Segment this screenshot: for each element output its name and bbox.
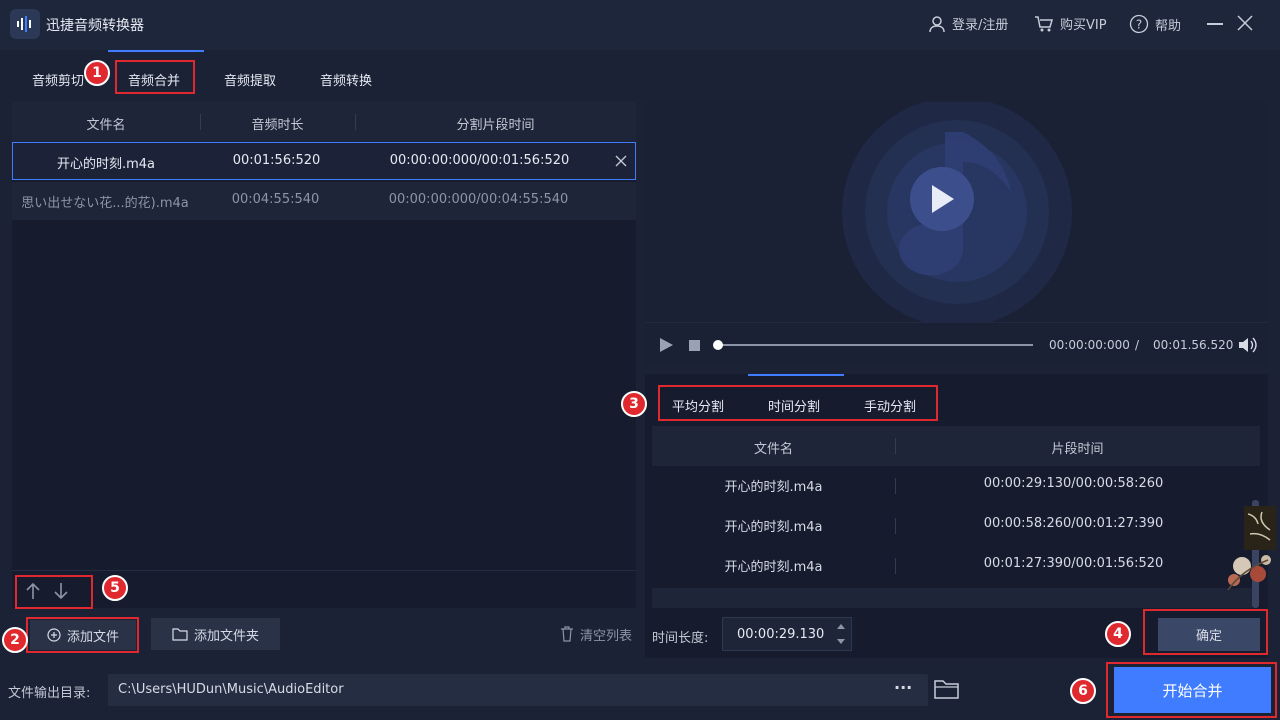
floral-decoration [1222, 504, 1278, 592]
column-header-duration: 音频时长 [251, 118, 304, 133]
open-folder-icon[interactable] [934, 678, 960, 700]
annotation-badge-5: 5 [102, 575, 128, 601]
row-filename: 开心的时刻.m4a [56, 157, 156, 172]
output-path: C:\Users\HUDun\Music\AudioEditor [118, 682, 344, 697]
help-icon: ? [1129, 14, 1149, 34]
play-icon[interactable] [658, 337, 674, 353]
add-folder-label: 添加文件夹 [193, 628, 259, 644]
segment-filename: 开心的时刻.m4a [724, 480, 823, 495]
annotation-badge-1: 1 [84, 60, 110, 86]
table-row[interactable]: 开心的时刻.m4a 00:00:29:130/00:00:58:260 [652, 466, 1252, 506]
chevron-down-icon[interactable] [836, 638, 846, 646]
file-table-header: 文件名 音频时长 分割片段时间 [12, 102, 636, 142]
column-header-segment-time: 片段时间 [1051, 442, 1104, 457]
remove-row-icon[interactable] [615, 155, 627, 167]
time-separator: / [1135, 338, 1140, 352]
total-time: 00:01.56.520 [1153, 338, 1234, 352]
vip-label: 购买VIP [1060, 18, 1107, 33]
tab-audio-convert[interactable]: 音频转换 [320, 70, 372, 89]
play-overlay-button[interactable] [910, 167, 974, 231]
current-time: 00:00:00:000 [1049, 338, 1130, 352]
tab-active-indicator [108, 50, 204, 52]
table-row-selected[interactable]: 开心的时刻.m4a 00:01:56:520 00:00:00:000/00:0… [12, 142, 636, 180]
annotation-badge-2: 2 [2, 627, 28, 653]
close-window-icon[interactable] [1237, 15, 1253, 35]
clear-list-label: 清空列表 [579, 628, 632, 644]
table-row[interactable]: 思い出せない花...的花).m4a 00:04:55:540 00:00:00:… [12, 182, 636, 220]
duration-spinner[interactable]: 00:00:29.130 [722, 617, 852, 651]
column-header-segment-time: 分割片段时间 [456, 118, 535, 133]
tab-audio-extract[interactable]: 音频提取 [224, 70, 276, 89]
split-tab-indicator [748, 374, 844, 376]
folder-icon [172, 628, 188, 641]
row-duration: 00:04:55:540 [231, 192, 320, 207]
annotation-badge-3: 3 [621, 391, 647, 417]
stop-icon[interactable] [689, 340, 700, 351]
table-row[interactable]: 开心的时刻.m4a 00:01:27:390/00:01:56:520 [652, 546, 1252, 586]
player-controls: 00:00:00:000 / 00:01.56.520 [645, 322, 1268, 366]
audio-preview-player [645, 102, 1268, 322]
login-link[interactable]: 登录/注册 [928, 14, 1008, 33]
app-title: 迅捷音频转换器 [46, 18, 144, 34]
clear-list-button[interactable]: 清空列表 [554, 618, 638, 650]
help-link[interactable]: ? 帮助 [1129, 14, 1181, 34]
segment-time: 00:01:27:390/00:01:56:520 [983, 556, 1164, 571]
progress-handle[interactable] [713, 340, 723, 350]
annotation-box-2 [26, 617, 139, 653]
duration-value: 00:00:29.130 [737, 627, 825, 642]
add-folder-button[interactable]: 添加文件夹 [151, 618, 280, 650]
user-icon [929, 15, 945, 32]
column-header-filename: 文件名 [86, 118, 126, 133]
output-dir-label: 文件输出目录: [8, 686, 91, 701]
annotation-badge-6: 6 [1070, 678, 1096, 704]
row-duration: 00:01:56:520 [232, 153, 321, 168]
more-options-button[interactable]: ··· [894, 678, 912, 697]
buy-vip-link[interactable]: 购买VIP [1034, 14, 1107, 33]
help-label: 帮助 [1155, 18, 1182, 34]
annotation-box-5 [15, 575, 93, 609]
app-logo-icon [10, 9, 40, 39]
cart-icon [1035, 15, 1053, 31]
column-header-filename: 文件名 [753, 442, 793, 457]
duration-label: 时间长度: [652, 631, 709, 646]
empty-row [652, 588, 1252, 608]
login-label: 登录/注册 [952, 18, 1009, 33]
row-segment-time: 00:00:00:000/00:01:56:520 [389, 153, 570, 168]
annotation-box-6 [1106, 662, 1277, 718]
annotation-box-3 [658, 385, 938, 421]
table-row[interactable]: 开心的时刻.m4a 00:00:58:260/00:01:27:390 [652, 506, 1252, 546]
segment-table-header: 文件名 片段时间 [652, 426, 1260, 466]
trash-icon [560, 626, 573, 642]
chevron-up-icon[interactable] [836, 622, 846, 630]
output-path-field[interactable]: C:\Users\HUDun\Music\AudioEditor ··· [108, 674, 928, 706]
annotation-box-4 [1143, 609, 1268, 655]
annotation-badge-4: 4 [1105, 621, 1131, 647]
segment-filename: 开心的时刻.m4a [724, 520, 823, 535]
segment-filename: 开心的时刻.m4a [724, 560, 823, 575]
tab-audio-cut[interactable]: 音频剪切 [32, 70, 84, 89]
segment-time: 00:00:58:260/00:01:27:390 [983, 516, 1164, 531]
row-segment-time: 00:00:00:000/00:04:55:540 [388, 192, 569, 207]
svg-text:?: ? [1136, 18, 1142, 32]
progress-track[interactable] [717, 344, 1033, 346]
row-filename: 思い出せない花...的花).m4a [21, 196, 189, 211]
volume-icon[interactable] [1238, 336, 1258, 354]
segment-time: 00:00:29:130/00:00:58:260 [983, 476, 1164, 491]
minimize-icon[interactable] [1207, 23, 1223, 25]
annotation-box-1 [115, 60, 195, 94]
play-icon [932, 185, 954, 213]
